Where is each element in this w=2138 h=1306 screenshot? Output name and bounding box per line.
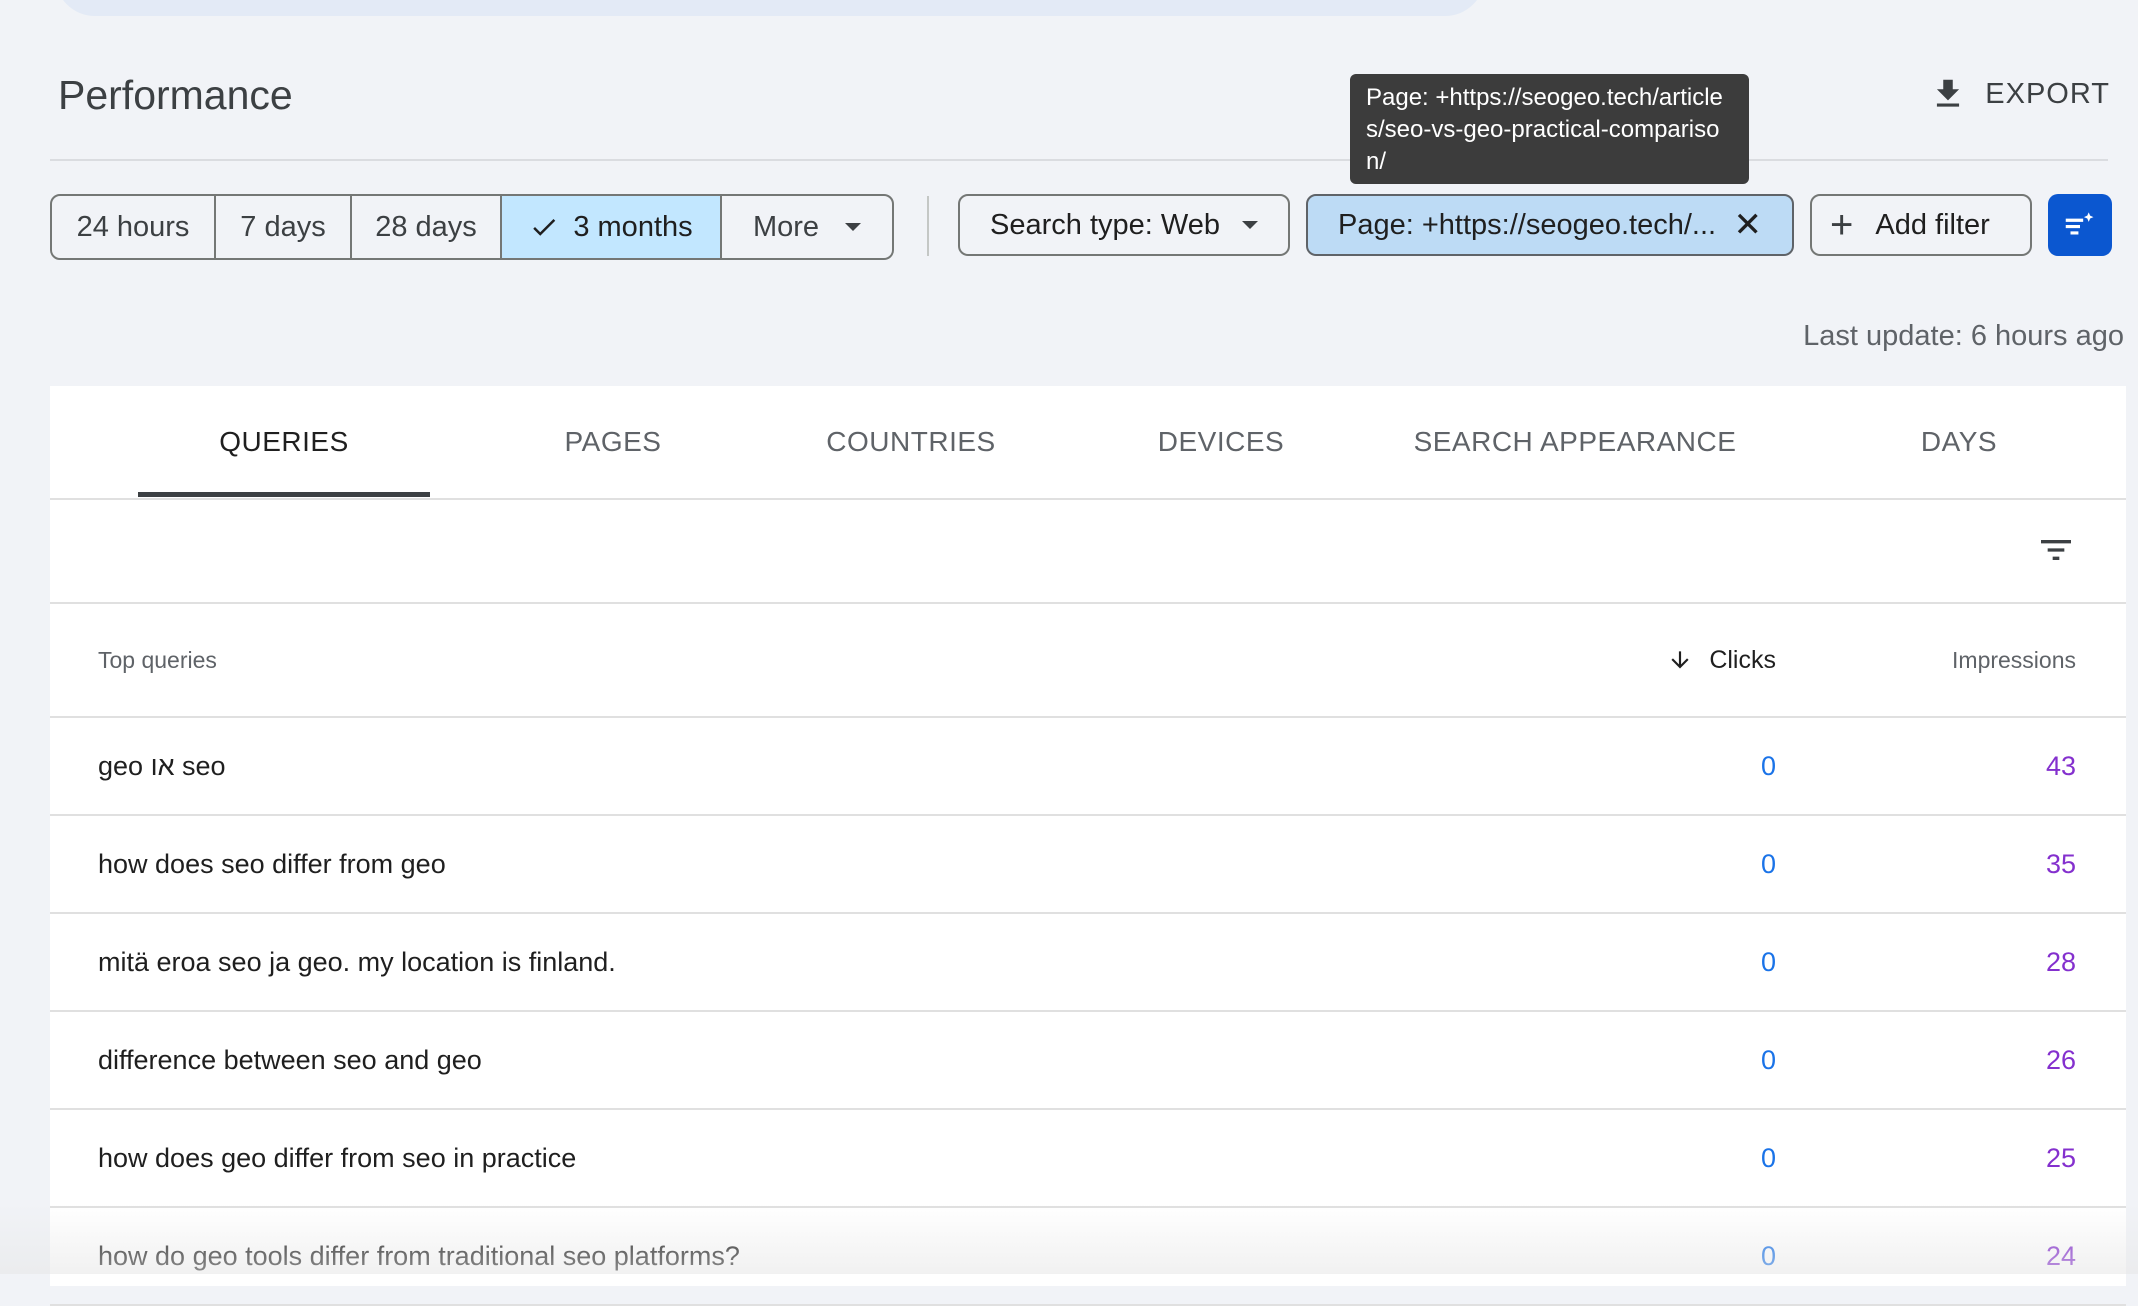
title-divider xyxy=(50,159,2108,161)
check-icon xyxy=(533,219,556,236)
filter-list-icon[interactable] xyxy=(2036,530,2076,570)
table-row[interactable]: difference between seo and geo 0 26 xyxy=(50,1012,2126,1110)
table-row[interactable]: how do geo tools differ from traditional… xyxy=(50,1208,2126,1306)
tab-pages[interactable]: PAGES xyxy=(464,386,762,498)
caret-down-icon xyxy=(845,223,862,231)
filter-sparkle-icon xyxy=(2065,212,2094,235)
impressions-cell: 35 xyxy=(2045,848,2076,879)
table-row[interactable]: how does seo differ from geo 0 35 xyxy=(50,816,2126,914)
date-option-7-days[interactable]: 7 days xyxy=(216,196,352,258)
date-range-selector: 24 hours 7 days 28 days 3 months More xyxy=(50,194,894,260)
impressions-cell: 25 xyxy=(2045,1142,2076,1173)
tab-search-appearance[interactable]: SEARCH APPEARANCE xyxy=(1385,386,1765,498)
clicks-cell: 0 xyxy=(1760,1142,1776,1173)
close-icon[interactable]: ✕ xyxy=(1734,208,1763,242)
table-toolbar xyxy=(50,500,2126,604)
date-option-3-months[interactable]: 3 months xyxy=(502,196,722,258)
table-row[interactable]: how does geo differ from seo in practice… xyxy=(50,1110,2126,1208)
query-cell: geo או seo xyxy=(98,750,226,781)
clicks-cell: 0 xyxy=(1760,946,1776,977)
tab-countries[interactable]: COUNTRIES xyxy=(762,386,1060,498)
query-cell: difference between seo and geo xyxy=(98,1044,482,1075)
tab-devices[interactable]: DEVICES xyxy=(1072,386,1370,498)
page-title: Performance xyxy=(58,72,293,118)
impressions-cell: 28 xyxy=(2045,946,2076,977)
clicks-cell: 0 xyxy=(1760,1044,1776,1075)
download-icon xyxy=(1937,79,1960,107)
add-filter-button[interactable]: + Add filter xyxy=(1810,194,2032,256)
advanced-filter-button[interactable] xyxy=(2048,194,2112,256)
date-option-more[interactable]: More xyxy=(722,196,892,258)
clicks-cell: 0 xyxy=(1760,750,1776,781)
export-label: EXPORT xyxy=(1985,77,2110,110)
arrow-down-icon xyxy=(1671,651,1689,669)
tab-days[interactable]: DAYS xyxy=(1810,386,2108,498)
search-type-filter[interactable]: Search type: Web xyxy=(958,194,1290,256)
column-header-clicks[interactable]: Clicks xyxy=(1667,604,1776,716)
clicks-cell: 0 xyxy=(1760,1240,1776,1271)
date-option-24-hours[interactable]: 24 hours xyxy=(52,196,216,258)
clicks-cell: 0 xyxy=(1760,848,1776,879)
export-button[interactable]: EXPORT xyxy=(1929,74,2110,114)
column-header-query: Top queries xyxy=(98,646,217,673)
active-tab-indicator xyxy=(138,492,430,497)
impressions-cell: 43 xyxy=(2045,750,2076,781)
table-row[interactable]: geo או seo 0 43 xyxy=(50,718,2126,816)
report-tabs: QUERIES PAGES COUNTRIES DEVICES SEARCH A… xyxy=(50,386,2126,500)
date-option-28-days[interactable]: 28 days xyxy=(352,196,502,258)
page-filter-tooltip: Page: +https://seogeo.tech/articles/seo-… xyxy=(1350,74,1749,184)
table-row[interactable]: mitä eroa seo ja geo. my location is fin… xyxy=(50,914,2126,1012)
caret-down-icon xyxy=(1242,221,1258,229)
page-filter-chip[interactable]: Page: +https://seogeo.tech/... ✕ xyxy=(1306,194,1794,256)
table-header: Top queries Clicks Impressions xyxy=(50,604,2126,718)
query-cell: how does seo differ from geo xyxy=(98,848,446,879)
impressions-cell: 26 xyxy=(2045,1044,2076,1075)
query-cell: mitä eroa seo ja geo. my location is fin… xyxy=(98,946,616,977)
tab-queries[interactable]: QUERIES xyxy=(138,386,430,498)
column-header-impressions[interactable]: Impressions xyxy=(1952,604,2076,716)
impressions-cell: 24 xyxy=(2045,1240,2076,1271)
search-bar-remnant xyxy=(55,0,1485,16)
report-card: QUERIES PAGES COUNTRIES DEVICES SEARCH A… xyxy=(50,386,2126,1306)
last-update-text: Last update: 6 hours ago xyxy=(1803,320,2124,352)
filter-separator xyxy=(927,196,929,256)
query-cell: how does geo differ from seo in practice xyxy=(98,1142,577,1173)
query-cell: how do geo tools differ from traditional… xyxy=(98,1240,740,1271)
plus-icon: + xyxy=(1830,203,1854,247)
